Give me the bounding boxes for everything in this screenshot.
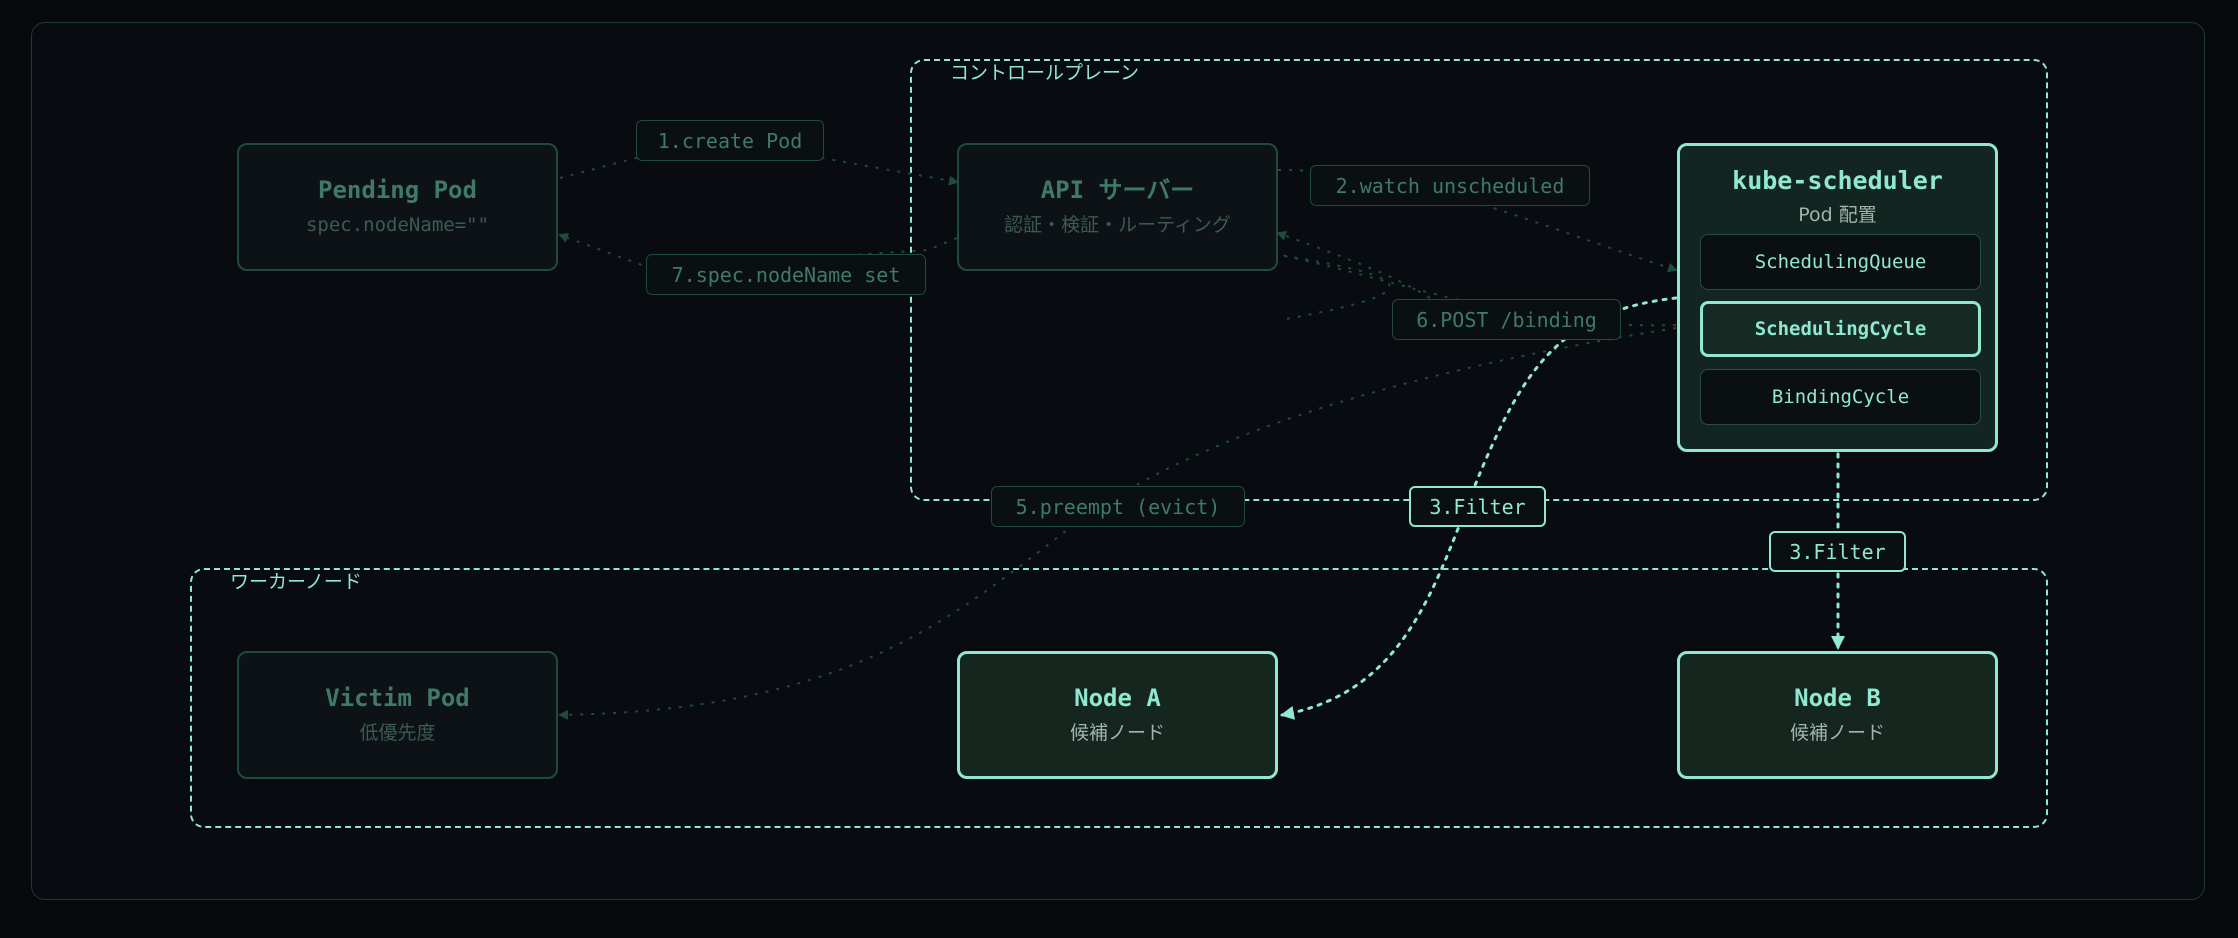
edge-label-post-binding: 6.POST /binding <box>1392 299 1621 340</box>
api-server-title: API サーバー <box>1040 176 1195 204</box>
diagram-canvas: コントロールプレーン ワーカーノード Pending Pod spec.node… <box>0 0 2238 938</box>
node-b-title: Node B <box>1794 684 1881 712</box>
edge-label-node-name-set: 7.spec.nodeName set <box>646 254 926 295</box>
kube-scheduler-node: kube-scheduler Pod 配置 SchedulingQueue Sc… <box>1677 143 1998 452</box>
node-a: Node A 候補ノード <box>957 651 1278 779</box>
node-b: Node B 候補ノード <box>1677 651 1998 779</box>
kube-scheduler-title: kube-scheduler <box>1732 166 1943 195</box>
victim-pod-node: Victim Pod 低優先度 <box>237 651 558 779</box>
api-server-subtitle: 認証・検証・ルーティング <box>1004 214 1231 236</box>
edge-label-filter-b: 3.Filter <box>1769 531 1906 572</box>
kube-scheduler-subtitle: Pod 配置 <box>1798 204 1877 226</box>
scheduling-queue: SchedulingQueue <box>1700 234 1981 290</box>
node-b-subtitle: 候補ノード <box>1789 722 1885 744</box>
node-a-subtitle: 候補ノード <box>1069 722 1165 744</box>
victim-pod-subtitle: 低優先度 <box>359 722 436 744</box>
scheduling-cycle: SchedulingCycle <box>1700 301 1981 357</box>
victim-pod-title: Victim Pod <box>325 684 470 712</box>
edge-create-pod <box>559 157 959 186</box>
edge-label-create-pod: 1.create Pod <box>636 120 824 161</box>
api-server-node: API サーバー 認証・検証・ルーティング <box>957 143 1278 271</box>
edge-label-preempt: 5.preempt (evict) <box>991 486 1245 527</box>
node-a-title: Node A <box>1074 684 1161 712</box>
edge-label-watch: 2.watch unscheduled <box>1310 165 1590 206</box>
binding-cycle: BindingCycle <box>1700 369 1981 425</box>
control-plane-label: コントロールプレーン <box>950 62 1140 84</box>
pending-pod-subtitle: spec.nodeName="" <box>305 214 490 236</box>
worker-nodes-label: ワーカーノード <box>230 571 362 593</box>
pending-pod-title: Pending Pod <box>318 176 477 204</box>
edge-label-filter-a: 3.Filter <box>1409 486 1546 527</box>
pending-pod-node: Pending Pod spec.nodeName="" <box>237 143 558 271</box>
